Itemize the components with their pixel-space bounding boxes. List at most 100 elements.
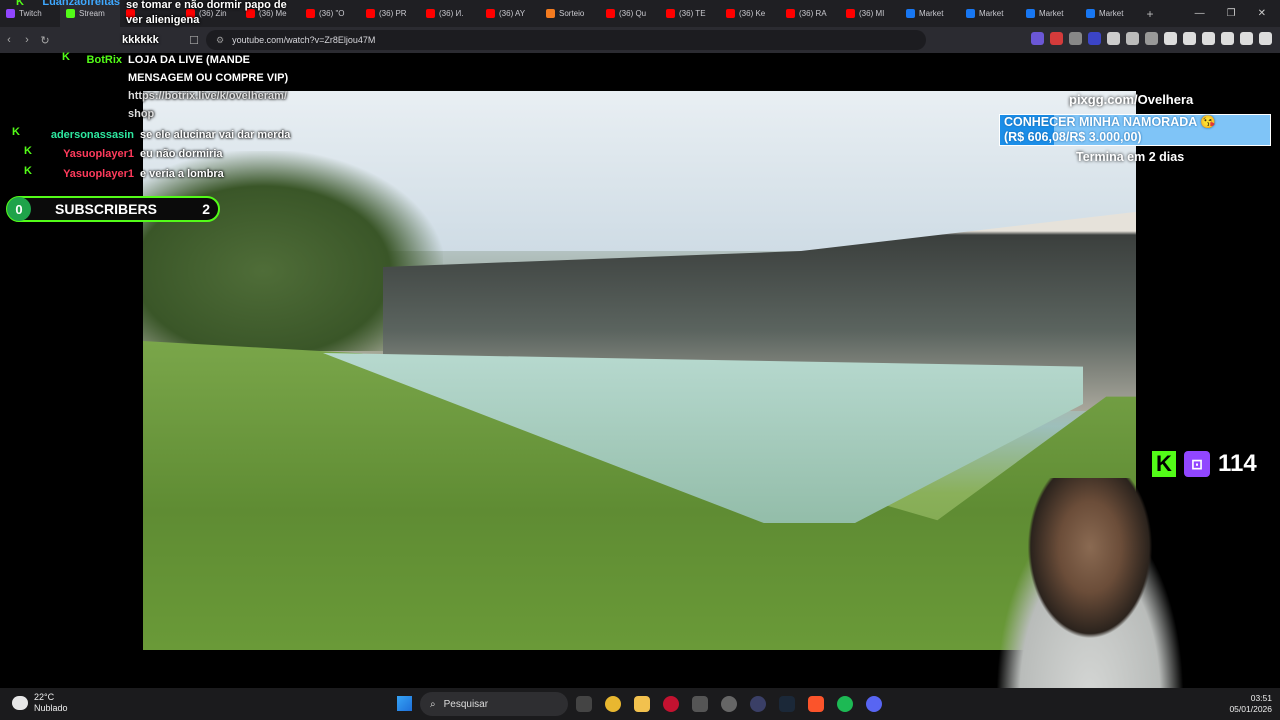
tab-label: Market [1099, 9, 1124, 18]
forward-icon[interactable]: › [18, 34, 36, 46]
subscribers-widget: 0 SUBSCRIBERS 2 [6, 196, 220, 222]
file-explorer-icon[interactable] [634, 696, 650, 712]
tab-label: Sorteio [559, 9, 585, 18]
browser-tab[interactable]: (36) AY [480, 0, 540, 27]
address-bar[interactable]: ⚙ youtube.com/watch?v=Zr8Eljou47M [206, 30, 926, 50]
chat-message: K adersonassasin se ele alucinar vai dar… [12, 126, 290, 144]
search-placeholder: Pesquisar [443, 698, 489, 710]
browser-tab[interactable]: Market [960, 0, 1020, 27]
extension-icon[interactable] [1126, 32, 1139, 45]
browser-tab[interactable]: (36) PR [360, 0, 420, 27]
media-icon[interactable] [1164, 32, 1177, 45]
chat-text: eu não dormiria [140, 148, 223, 160]
viewer-count: 114 [1218, 450, 1257, 477]
close-window-button[interactable]: ✕ [1258, 8, 1266, 19]
obs-icon[interactable] [721, 696, 737, 712]
back-icon[interactable]: ‹ [0, 34, 18, 46]
kick-badge-icon: K [24, 165, 32, 177]
extension-icon[interactable] [1088, 32, 1101, 45]
chat-link[interactable]: shop [128, 105, 308, 123]
wallet-icon[interactable] [1202, 32, 1215, 45]
tab-favicon-icon [726, 9, 735, 18]
tab-label: (36) MI [859, 9, 885, 18]
new-tab-button[interactable]: + [1140, 7, 1160, 21]
chat-username: Yasuoplayer1 [63, 168, 134, 180]
spotify-icon[interactable] [837, 696, 853, 712]
browser-tab[interactable]: (36) RA [780, 0, 840, 27]
tab-favicon-icon [606, 9, 615, 18]
chat-link[interactable]: https://botrix.live/k/ovelheram/ [128, 87, 308, 105]
tab-label: Market [919, 9, 944, 18]
browser-tab[interactable]: (36) И. [420, 0, 480, 27]
extension-icon[interactable] [1050, 32, 1063, 45]
app-icon[interactable] [750, 696, 766, 712]
tab-favicon-icon [666, 9, 675, 18]
browser-tab[interactable]: (36) MI [840, 0, 900, 27]
maximize-button[interactable]: ❐ [1227, 8, 1236, 19]
browser-tab[interactable]: Market [1020, 0, 1080, 27]
chrome-icon[interactable] [605, 696, 621, 712]
tab-label: (36) Ke [739, 9, 766, 18]
discord-icon[interactable] [866, 696, 882, 712]
twitch-logo-icon: ⊡ [1184, 451, 1210, 477]
reload-icon[interactable]: ↻ [36, 34, 54, 47]
goal-title: CONHECER MINHA NAMORADA 😘 [1004, 115, 1216, 129]
subscribers-count: 2 [202, 201, 210, 217]
chat-message: K Luanzaofreitas se tomar e não dormir p… [16, 0, 306, 29]
chat-text: LOJA DA LIVE (MANDE [128, 54, 251, 66]
browser-tab[interactable]: (36) Ke [720, 0, 780, 27]
site-info-icon[interactable]: ⚙ [216, 35, 224, 46]
task-view-icon[interactable] [576, 696, 592, 712]
extension-icon[interactable] [1069, 32, 1082, 45]
leo-icon[interactable] [1221, 32, 1234, 45]
chat-username: Yasuoplayer1 [63, 148, 134, 160]
browser-nav-bar: ‹ › ↻ ☐ ⚙ youtube.com/watch?v=Zr8Eljou47… [0, 27, 1280, 53]
tab-favicon-icon [1086, 9, 1095, 18]
browser-tab[interactable]: Sorteio [540, 0, 600, 27]
kick-badge-icon: K [62, 51, 70, 63]
tab-favicon-icon [306, 9, 315, 18]
taskbar-apps [576, 696, 882, 712]
kick-badge-icon: K [24, 145, 32, 157]
extension-icon[interactable] [1145, 32, 1158, 45]
system-clock[interactable]: 03:51 05/01/2026 [1229, 693, 1272, 715]
bookmark-icon[interactable]: ☐ [185, 34, 203, 47]
tab-label: (36) TE [679, 9, 706, 18]
app-icon[interactable] [692, 696, 708, 712]
viewer-counter: K ⊡ 114 [1152, 450, 1257, 478]
sidebar-icon[interactable] [1183, 32, 1196, 45]
browser-tab[interactable]: (36) Qu [600, 0, 660, 27]
goal-amount: (R$ 606,08/R$ 3.000,00) [1004, 130, 1142, 144]
browser-tab[interactable]: (36) "O [300, 0, 360, 27]
tab-favicon-icon [966, 9, 975, 18]
subscribers-label: SUBSCRIBERS [55, 201, 157, 217]
chat-text: kkkkkk [122, 34, 159, 46]
minimize-button[interactable]: — [1195, 8, 1205, 19]
temperature: 22°C [34, 692, 55, 702]
chat-message: K Yasuoplayer1 e veria a lombra [24, 165, 224, 183]
tab-favicon-icon [366, 9, 375, 18]
weather-widget[interactable]: 22°C Nublado [12, 692, 68, 714]
vpn-icon[interactable] [1240, 32, 1253, 45]
browser-tab[interactable]: Market [1080, 0, 1140, 27]
tab-label: (36) PR [379, 9, 407, 18]
tab-favicon-icon [6, 9, 15, 18]
kick-badge-icon: K [16, 0, 24, 8]
tab-label: Market [979, 9, 1004, 18]
brave-icon[interactable] [808, 696, 824, 712]
steam-icon[interactable] [779, 696, 795, 712]
url-text: youtube.com/watch?v=Zr8Eljou47M [232, 35, 376, 45]
taskbar-search[interactable]: ⌕ Pesquisar [420, 692, 568, 716]
chat-username: adersonassasin [50, 129, 134, 141]
extension-icon[interactable] [1107, 32, 1120, 45]
start-button[interactable] [397, 696, 412, 711]
menu-icon[interactable] [1259, 32, 1272, 45]
extension-icon[interactable] [1031, 32, 1044, 45]
tab-label: (36) AY [499, 9, 526, 18]
chat-message: kkkkkk [122, 31, 159, 49]
tab-favicon-icon [486, 9, 495, 18]
browser-tab[interactable]: (36) TE [660, 0, 720, 27]
donation-goal-bar: CONHECER MINHA NAMORADA 😘 (R$ 606,08/R$ … [999, 114, 1271, 146]
browser-tab[interactable]: Market [900, 0, 960, 27]
opera-icon[interactable] [663, 696, 679, 712]
